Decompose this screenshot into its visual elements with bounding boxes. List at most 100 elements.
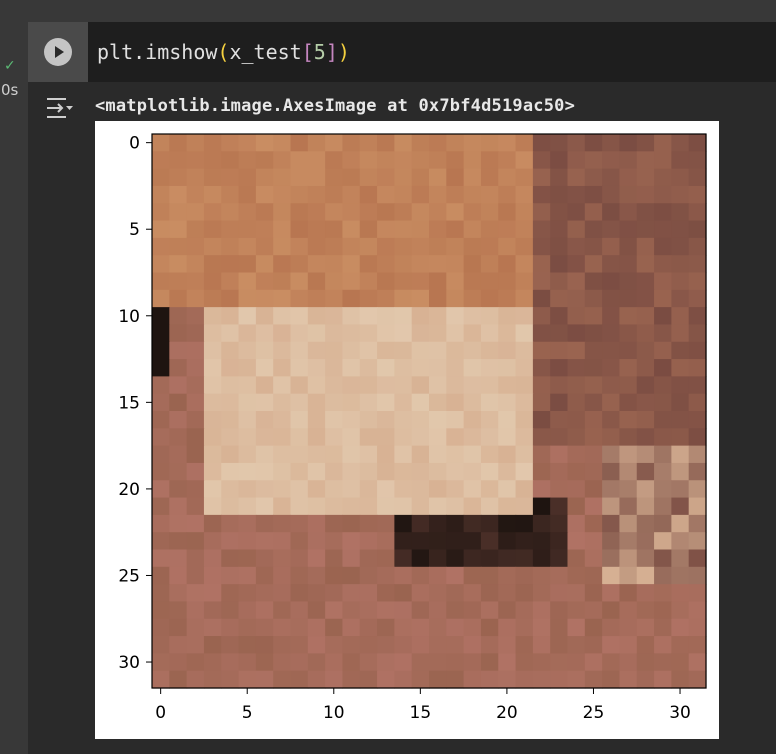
image-pixel [688,151,707,170]
image-pixel [515,134,534,152]
image-pixel [515,636,534,654]
image-pixel [290,376,309,395]
code-editor[interactable]: plt.imshow(x_test[5]) [88,22,776,82]
image-pixel [238,618,257,637]
output-toggle-button[interactable] [44,95,74,121]
image-pixel [411,359,430,377]
image-pixel [550,428,569,447]
image-pixel [238,272,257,291]
image-pixel [325,376,344,395]
image-pixel [584,549,603,568]
image-pixel [532,497,551,516]
image-pixel [654,255,672,274]
image-pixel [411,428,430,447]
image-pixel [377,601,395,620]
image-pixel [290,289,309,308]
image-pixel [377,584,395,603]
image-pixel [429,636,447,654]
image-pixel [359,220,378,239]
image-pixel [186,532,205,551]
image-pixel [290,480,309,499]
image-pixel [325,514,344,533]
image-pixel [550,584,569,603]
image-pixel [273,307,292,326]
image-pixel [221,445,240,464]
image-pixel [186,151,205,170]
image-pixel [567,185,586,204]
image-pixel [619,549,638,568]
image-pixel [498,532,517,551]
image-pixel [203,289,222,308]
image-pixel [394,618,413,637]
image-pixel [342,307,361,326]
image-pixel [584,237,603,256]
image-pixel [186,584,205,603]
image-pixel [498,601,517,620]
x-tick-label: 20 [496,703,518,723]
image-pixel [688,462,707,481]
image-pixel [255,134,274,152]
image-pixel [602,411,621,429]
image-pixel [394,497,413,516]
image-pixel [550,411,569,429]
image-pixel [463,359,482,377]
image-pixel [186,653,205,672]
image-pixel [359,151,378,170]
image-pixel [169,428,188,447]
image-pixel [169,341,188,360]
image-pixel [221,324,240,343]
image-pixel [169,601,188,620]
image-pixel [394,359,413,377]
image-pixel [532,670,551,689]
image-pixel [498,151,517,170]
run-button[interactable] [44,38,72,66]
image-pixel [273,341,292,360]
image-pixel [654,324,672,343]
image-pixel [619,670,638,689]
image-pixel [584,324,603,343]
image-pixel [186,185,205,204]
image-pixel [446,462,465,481]
image-pixel [619,653,638,672]
image-pixel [446,514,465,533]
image-pixel [152,428,170,447]
image-pixel [394,324,413,343]
image-pixel [238,497,257,516]
image-pixel [238,324,257,343]
image-pixel [636,532,655,551]
image-pixel [550,151,569,170]
image-pixel [169,670,188,689]
image-pixel [325,220,344,239]
image-pixel [307,497,326,516]
image-pixel [411,376,430,395]
image-pixel [186,514,205,533]
image-pixel [325,445,344,464]
image-pixel [515,203,534,222]
image-pixel [463,237,482,256]
image-pixel [688,618,707,637]
image-pixel [342,428,361,447]
image-pixel [273,237,292,256]
image-pixel [480,636,499,654]
image-pixel [325,359,344,377]
image-pixel [619,307,638,326]
image-pixel [446,393,465,412]
image-pixel [636,289,655,308]
image-pixel [550,462,569,481]
image-pixel [152,151,170,170]
image-pixel [203,480,222,499]
image-pixel [255,324,274,343]
image-pixel [203,411,222,429]
image-pixel [307,272,326,291]
image-pixel [377,324,395,343]
image-pixel [429,480,447,499]
image-pixel [169,289,188,308]
image-pixel [532,134,551,152]
image-pixel [273,532,292,551]
image-pixel [498,428,517,447]
image-pixel [169,462,188,481]
image-pixel [532,636,551,654]
image-pixel [255,393,274,412]
image-pixel [515,255,534,274]
image-pixel [619,584,638,603]
